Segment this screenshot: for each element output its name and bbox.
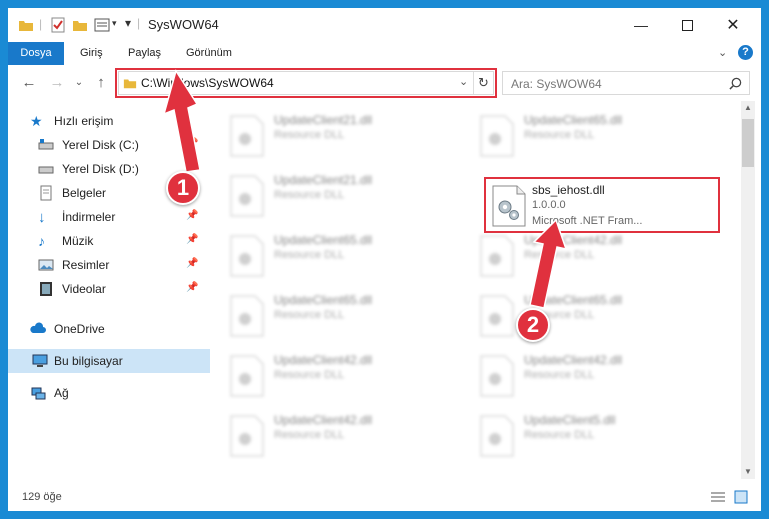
annotation-arrows bbox=[162, 69, 568, 309]
arrow-step-2 bbox=[529, 218, 568, 309]
callout-step-1: 1 bbox=[166, 171, 200, 205]
arrow-step-1 bbox=[162, 69, 201, 173]
callout-step-2: 2 bbox=[516, 308, 550, 342]
